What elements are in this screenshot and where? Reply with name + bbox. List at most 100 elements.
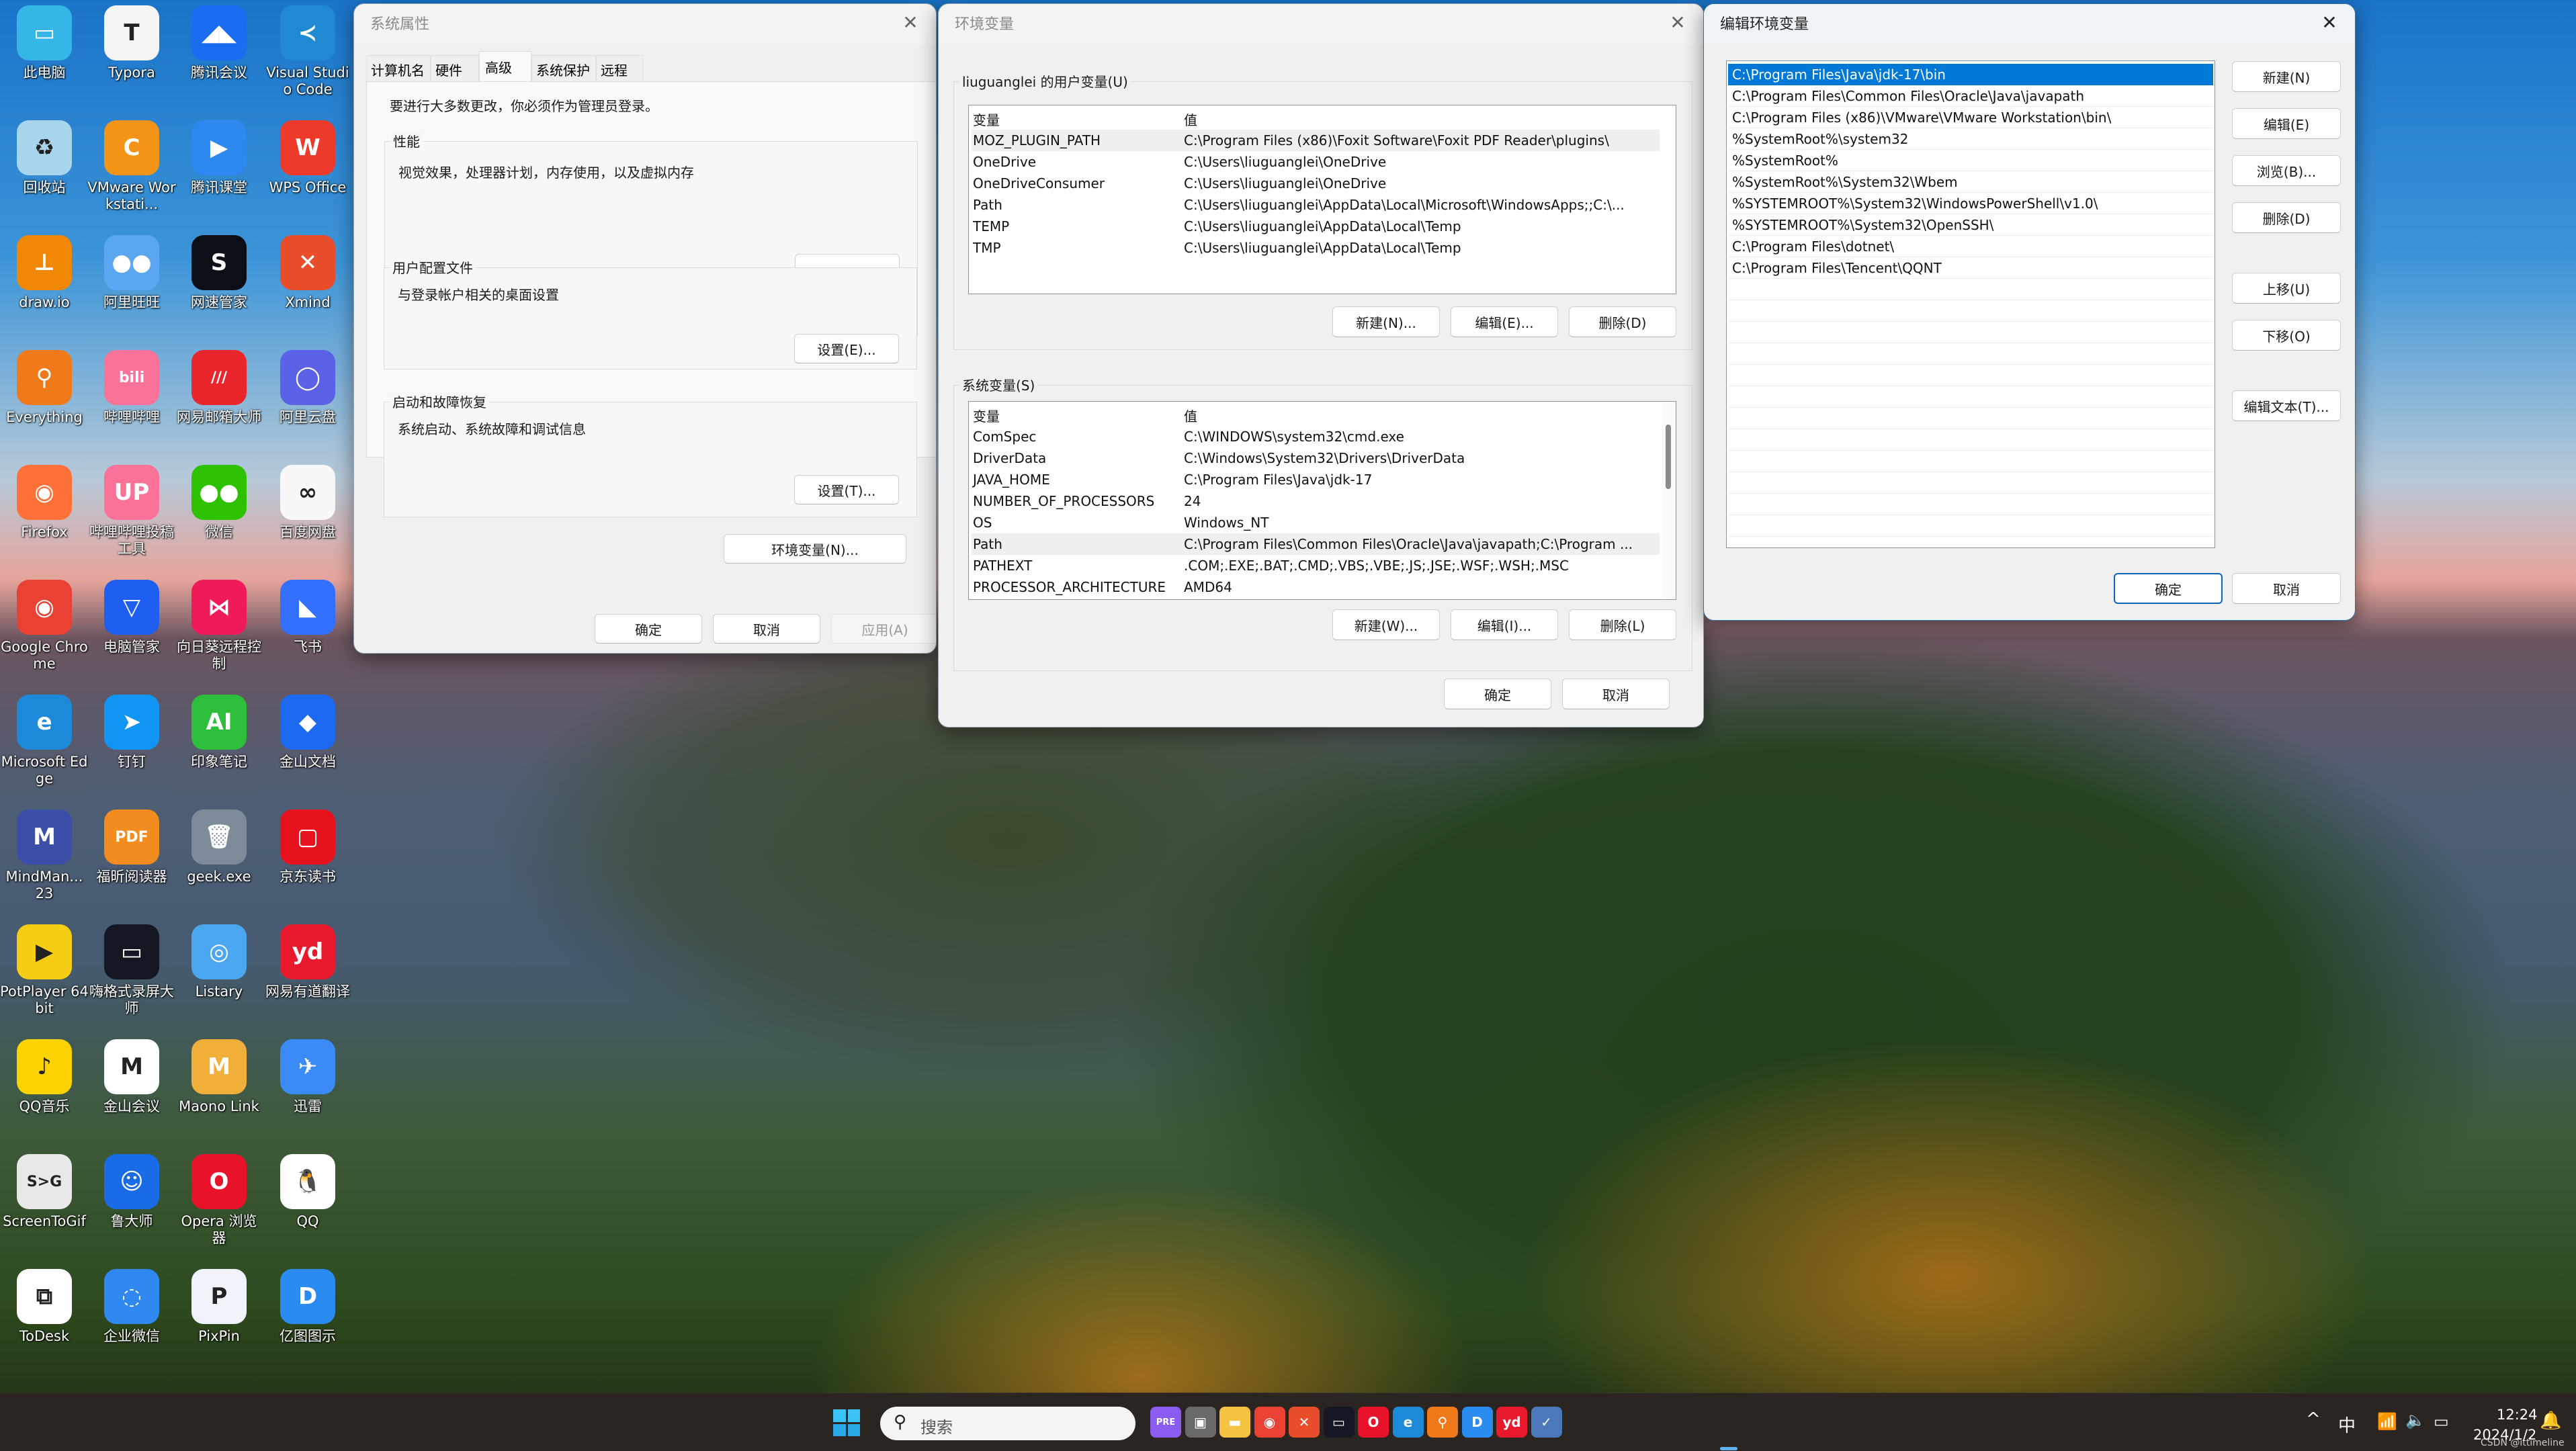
start-button[interactable]: [833, 1409, 860, 1436]
desktop-icon[interactable]: AI 印象笔记: [175, 695, 263, 771]
desktop-icon[interactable]: ▽ 电脑管家: [87, 580, 176, 656]
youdao-icon[interactable]: yd: [1496, 1407, 1527, 1438]
table-row[interactable]: TEMP C:\Users\liuguanglei\AppData\Local\T…: [972, 216, 1660, 237]
desktop-icon[interactable]: ⧉ ToDesk: [0, 1269, 89, 1345]
cancel-button[interactable]: 取消: [713, 614, 820, 644]
system-delete-button[interactable]: 删除(L): [1569, 609, 1676, 640]
path-entry[interactable]: %SystemRoot%\system32: [1728, 128, 2213, 150]
empty-row[interactable]: [1728, 365, 2213, 386]
notification-bell-icon[interactable]: 🔔: [2540, 1411, 2561, 1431]
path-entry[interactable]: C:\Program Files\Tencent\QQNT: [1728, 257, 2213, 279]
close-icon[interactable]: ✕: [2316, 9, 2343, 36]
ok-button[interactable]: 确定: [2114, 573, 2223, 604]
desktop-icon[interactable]: O Opera 浏览器: [175, 1154, 263, 1247]
title-bar[interactable]: 系统属性 ✕: [354, 4, 936, 44]
desktop-icon[interactable]: e Microsoft Edge: [0, 695, 89, 787]
desktop-icon[interactable]: M Maono Link: [175, 1039, 263, 1115]
tab-hardware[interactable]: 硬件: [431, 55, 479, 82]
opera-icon[interactable]: O: [1358, 1407, 1389, 1438]
column-header-value[interactable]: 值: [1184, 406, 1197, 425]
desktop-icon[interactable]: ⚲ Everything: [0, 350, 89, 426]
desktop-icon[interactable]: bili 哔哩哔哩: [87, 350, 176, 426]
user-profiles-settings-button[interactable]: 设置(E)...: [794, 334, 899, 363]
table-row[interactable]: OneDrive C:\Users\liuguanglei\OneDrive: [972, 151, 1660, 173]
desktop-icon[interactable]: 🐧 QQ: [263, 1154, 352, 1230]
table-row[interactable]: NUMBER_OF_PROCESSORS 24: [972, 490, 1660, 512]
desktop-icon[interactable]: ◌ 企业微信: [87, 1269, 176, 1345]
desktop-icon[interactable]: C VMware Workstati...: [87, 120, 176, 213]
desktop-icon[interactable]: ☺ 鲁大师: [87, 1154, 176, 1230]
ime-indicator[interactable]: 中: [2338, 1412, 2356, 1437]
table-row[interactable]: PATHEXT .COM;.EXE;.BAT;.CMD;.VBS;.VBE;.JS…: [972, 555, 1660, 576]
task-view-icon[interactable]: ▣: [1185, 1407, 1216, 1438]
tab-computer-name[interactable]: 计算机名: [366, 55, 431, 82]
desktop-icon[interactable]: ▭ 嗨格式录屏大师: [87, 924, 176, 1017]
close-icon[interactable]: ✕: [897, 9, 924, 36]
desktop-icon[interactable]: ♻ 回收站: [0, 120, 89, 196]
user-delete-button[interactable]: 删除(D): [1569, 306, 1676, 337]
show-hidden-icons-chevron[interactable]: ^: [2306, 1409, 2321, 1430]
desktop-icon[interactable]: ✈ 迅雷: [263, 1039, 352, 1115]
user-variables-list[interactable]: 变量 值 MOZ_PLUGIN_PATH C:\Program Files (x8…: [968, 105, 1676, 294]
desktop-icon[interactable]: ▢ 京东读书: [263, 809, 352, 885]
user-edit-button[interactable]: 编辑(E)...: [1451, 306, 1558, 337]
desktop-icon[interactable]: ▭ 此电脑: [0, 5, 89, 81]
chrome-icon[interactable]: ◉: [1254, 1407, 1285, 1438]
desktop-icon[interactable]: /// 网易邮箱大师: [175, 350, 263, 426]
desktop-icon[interactable]: yd 网易有道翻译: [263, 924, 352, 1000]
desktop-icon[interactable]: M MindMan... 23: [0, 809, 89, 902]
table-row[interactable]: TMP C:\Users\liuguanglei\AppData\Local\Te…: [972, 237, 1660, 259]
desktop-icon[interactable]: T Typora: [87, 5, 176, 81]
scrollbar[interactable]: [1662, 403, 1674, 598]
desktop-icon[interactable]: 🗑 geek.exe: [175, 809, 263, 885]
desktop-icon[interactable]: ●● 微信: [175, 465, 263, 541]
file-explorer-icon[interactable]: ▬: [1219, 1407, 1250, 1438]
path-entry[interactable]: C:\Program Files (x86)\VMware\VMware Wor…: [1728, 107, 2213, 128]
system-edit-button[interactable]: 编辑(I)...: [1451, 609, 1558, 640]
clock-time[interactable]: 12:24: [2497, 1407, 2538, 1423]
table-row[interactable]: ComSpec C:\WINDOWS\system32\cmd.exe: [972, 426, 1660, 447]
system-variables-list[interactable]: 变量 值 ComSpec C:\WINDOWS\system32\cmd.exe D…: [968, 401, 1676, 600]
copilot-icon[interactable]: PRE: [1150, 1407, 1181, 1438]
tab-remote[interactable]: 远程: [596, 55, 643, 82]
desktop-icon[interactable]: ◯ 阿里云盘: [263, 350, 352, 426]
table-row[interactable]: MOZ_PLUGIN_PATH C:\Program Files (x86)\Fo…: [972, 130, 1660, 151]
desktop-icon[interactable]: ◉ Google Chrome: [0, 580, 89, 672]
desktop-icon[interactable]: ◆ 金山文档: [263, 695, 352, 771]
desktop-icon[interactable]: S>G ScreenToGif: [0, 1154, 89, 1230]
table-row[interactable]: OS Windows_NT: [972, 512, 1660, 533]
title-bar[interactable]: 编辑环境变量 ✕: [1704, 4, 2355, 44]
scrollbar-thumb[interactable]: [1666, 425, 1671, 489]
desktop-icon[interactable]: ▶ 腾讯课堂: [175, 120, 263, 196]
user-new-button[interactable]: 新建(N)...: [1332, 306, 1440, 337]
table-row[interactable]: PROCESSOR_ARCHITECTURE AMD64: [972, 576, 1660, 598]
desktop-icon[interactable]: P PixPin: [175, 1269, 263, 1345]
path-entries-list[interactable]: C:\Program Files\Java\jdk-17\bin C:\Progr…: [1726, 60, 2215, 548]
move-up-button[interactable]: 上移(U): [2232, 273, 2341, 304]
desktop-icon[interactable]: ⊥ draw.io: [0, 235, 89, 311]
empty-row[interactable]: [1728, 515, 2213, 537]
column-header-value[interactable]: 值: [1184, 109, 1197, 129]
path-entry[interactable]: C:\Program Files\dotnet\: [1728, 236, 2213, 257]
battery-charging-icon[interactable]: ▭: [2434, 1412, 2449, 1431]
browse-button[interactable]: 浏览(B)...: [2232, 155, 2341, 186]
desktop-icon[interactable]: ♪ QQ音乐: [0, 1039, 89, 1115]
desktop-icon[interactable]: ◣ 飞书: [263, 580, 352, 656]
environment-variables-button[interactable]: 环境变量(N)...: [724, 534, 906, 564]
close-icon[interactable]: ✕: [1664, 9, 1691, 36]
desktop-icon[interactable]: S 网速管家: [175, 235, 263, 311]
desktop-icon[interactable]: ●● 阿里旺旺: [87, 235, 176, 311]
desktop-icon[interactable]: ✕ Xmind: [263, 235, 352, 311]
tab-advanced[interactable]: 高级: [479, 51, 531, 83]
edit-text-button[interactable]: 编辑文本(T)...: [2232, 390, 2341, 421]
desktop-icon[interactable]: ∞ 百度网盘: [263, 465, 352, 541]
delete-button[interactable]: 删除(D): [2232, 202, 2341, 233]
system-properties-icon[interactable]: ✓: [1531, 1407, 1562, 1438]
wifi-icon[interactable]: 📶: [2377, 1412, 2397, 1431]
title-bar[interactable]: 环境变量 ✕: [939, 4, 1703, 44]
empty-row[interactable]: [1728, 300, 2213, 322]
empty-row[interactable]: [1728, 429, 2213, 451]
table-row[interactable]: DriverData C:\Windows\System32\Drivers\Dr…: [972, 447, 1660, 469]
desktop-icon[interactable]: D 亿图图示: [263, 1269, 352, 1345]
empty-row[interactable]: [1728, 451, 2213, 472]
